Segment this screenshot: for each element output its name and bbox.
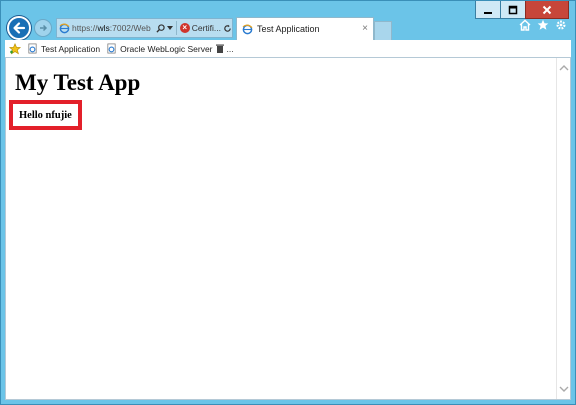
vertical-scrollbar[interactable] (556, 58, 570, 399)
certificate-label: Certifi... (191, 23, 222, 33)
back-arrow-icon (13, 22, 26, 34)
forward-arrow-icon (40, 24, 48, 32)
certificate-error[interactable]: × Certifi... (179, 23, 222, 33)
add-favorites-icon[interactable] (9, 42, 21, 55)
toolbar-right-icons (519, 19, 567, 31)
favorite-label: Oracle WebLogic Server (120, 43, 213, 54)
favorite-test-application[interactable]: Test Application (27, 43, 100, 54)
tab-test-application[interactable]: Test Application × (236, 17, 374, 40)
gear-icon[interactable] (555, 19, 567, 31)
chevron-down-icon[interactable] (559, 385, 569, 393)
address-bar[interactable]: https://wls:7002/Web × Certifi... (56, 18, 233, 38)
certificate-error-icon: × (179, 23, 190, 33)
star-icon[interactable] (537, 19, 549, 31)
ie-page-icon (59, 23, 70, 33)
page-content: My Test App Hello nfujie (5, 58, 571, 400)
ie-page-icon (242, 24, 253, 34)
ie-page-icon (28, 43, 37, 54)
refresh-icon[interactable] (223, 24, 232, 33)
chevron-up-icon[interactable] (559, 64, 569, 72)
ie-page-icon (107, 43, 116, 54)
new-tab-button[interactable] (374, 21, 392, 40)
home-icon[interactable] (519, 19, 531, 31)
highlight-box: Hello nfujie (9, 100, 82, 130)
back-button[interactable] (7, 16, 31, 40)
browser-window: https://wls:7002/Web × Certifi... Test A… (0, 0, 576, 405)
tab-close-button[interactable]: × (362, 23, 368, 34)
favorites-overflow: ... (226, 43, 234, 54)
close-icon (542, 5, 552, 14)
trash-icon (215, 44, 224, 53)
favorite-oracle-weblogic[interactable]: Oracle WebLogic Server ... (106, 43, 234, 54)
page-title: My Test App (15, 70, 141, 95)
chevron-down-icon[interactable] (166, 25, 173, 31)
navigation-bar: https://wls:7002/Web × Certifi... Test A… (5, 15, 571, 41)
maximize-icon (508, 5, 518, 14)
favorite-label: Test Application (41, 43, 101, 54)
address-url: https://wls:7002/Web (71, 23, 151, 33)
minimize-icon (484, 11, 492, 14)
forward-button[interactable] (34, 19, 52, 37)
address-separator (175, 21, 177, 35)
search-icon[interactable] (156, 23, 165, 33)
tab-title: Test Application (257, 24, 320, 34)
favorites-bar: Test Application Oracle WebLogic Server … (5, 40, 571, 58)
greeting-text: Hello nfujie (19, 110, 72, 121)
